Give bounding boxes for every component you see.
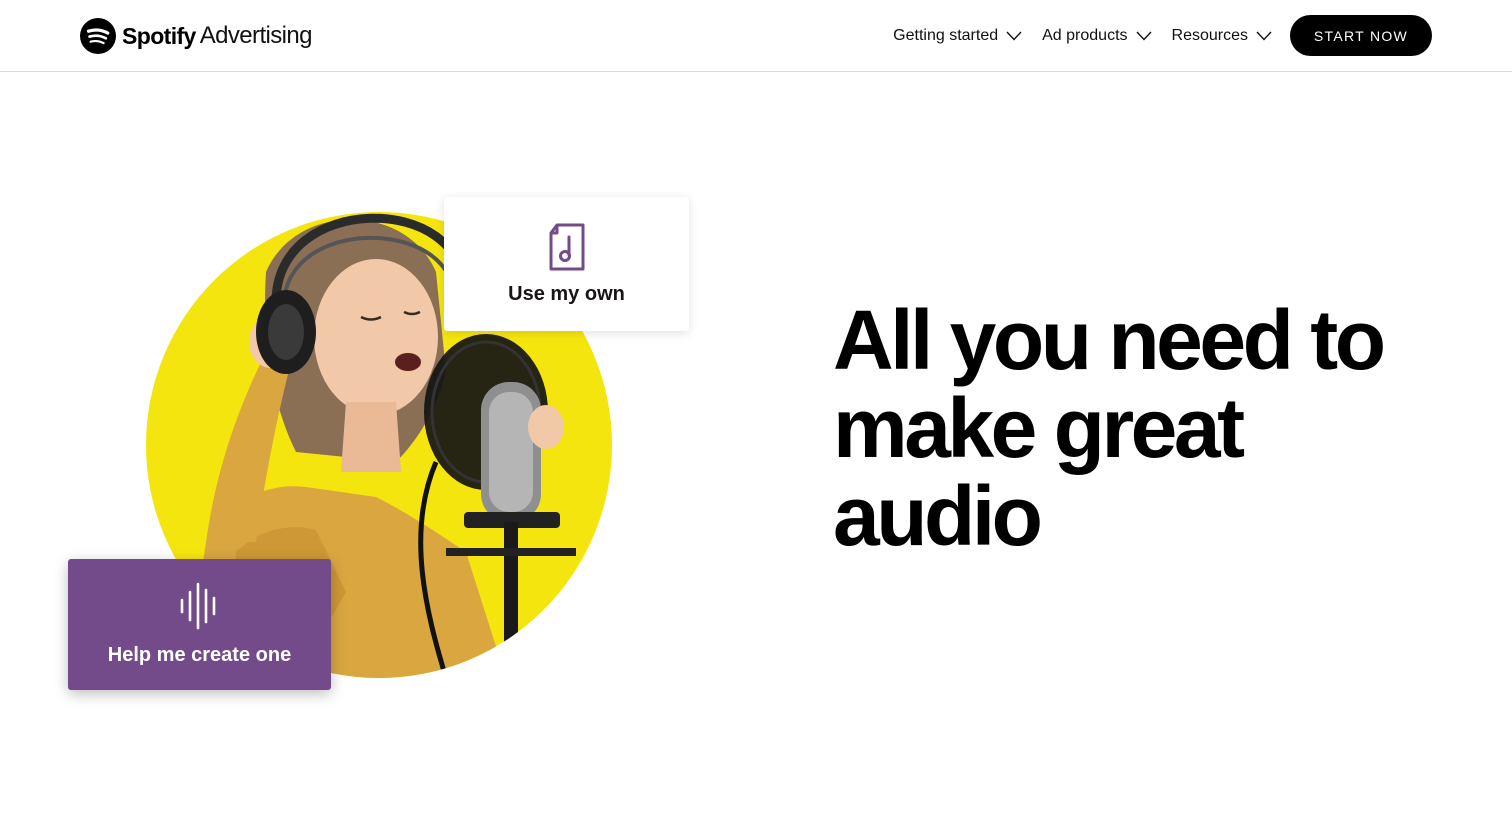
chevron-down-icon <box>1256 31 1272 41</box>
nav-resources[interactable]: Resources <box>1172 27 1272 45</box>
chevron-down-icon <box>1006 31 1022 41</box>
sound-wave-icon <box>180 582 215 630</box>
chevron-down-icon <box>1136 31 1152 41</box>
hero-illustration: Use my own Help me create one <box>0 72 760 772</box>
music-file-icon <box>549 223 584 270</box>
nav-label: Resources <box>1171 27 1248 44</box>
nav-getting-started[interactable]: Getting started <box>893 27 1022 45</box>
site-header: Spotify Advertising Getting started Ad p… <box>0 0 1512 72</box>
help-me-create-label: Help me create one <box>107 644 292 666</box>
hero-headline: All you need to make great audio <box>833 293 1386 563</box>
spotify-logo-icon <box>80 18 116 54</box>
spotify-advertising-logo[interactable]: Spotify Advertising <box>80 17 312 55</box>
nav-label: Getting started <box>893 27 999 44</box>
help-me-create-card[interactable]: Help me create one <box>68 559 331 690</box>
use-my-own-card[interactable]: Use my own <box>444 197 689 331</box>
logo-product-text: Advertising <box>199 22 313 49</box>
nav-ad-products[interactable]: Ad products <box>1042 27 1152 45</box>
start-now-button[interactable]: START NOW <box>1290 15 1432 56</box>
use-my-own-label: Use my own <box>508 282 625 305</box>
logo-brand-text: Spotify <box>122 22 196 49</box>
main-nav: Getting started Ad products Resources <box>893 0 1272 72</box>
nav-label: Ad products <box>1042 27 1128 44</box>
